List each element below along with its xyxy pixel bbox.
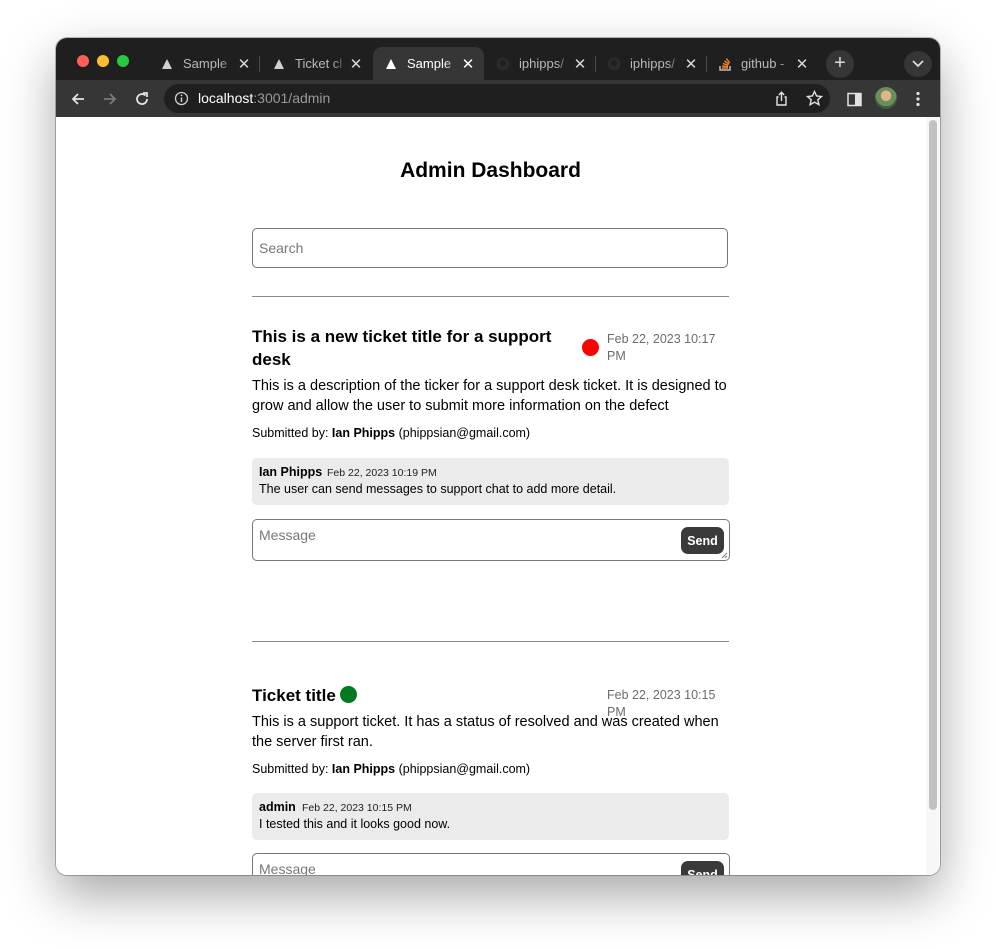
divider xyxy=(252,296,729,297)
triangle-logo-icon xyxy=(383,56,399,72)
close-tab-icon[interactable]: ✕ xyxy=(572,55,588,73)
browser-menu-button[interactable] xyxy=(908,89,928,109)
divider xyxy=(252,641,729,642)
message-placeholder: Message xyxy=(259,861,316,875)
new-tab-button[interactable]: + xyxy=(826,50,854,78)
github-icon xyxy=(495,56,511,72)
tab-title: Sample xyxy=(183,56,228,71)
chevron-down-icon xyxy=(912,60,924,68)
ticket-date-line: PM xyxy=(607,349,626,363)
tab-1[interactable]: Sample ✕ xyxy=(149,47,260,80)
message-placeholder: Message xyxy=(259,527,316,543)
tab-6[interactable]: github - ✕ xyxy=(707,47,818,80)
message-textarea[interactable]: Message Send xyxy=(252,519,730,561)
tab-title: Ticket cl xyxy=(295,56,343,71)
tab-2[interactable]: Ticket cl ✕ xyxy=(261,47,372,80)
arrow-right-icon xyxy=(104,93,117,105)
tab-title: iphipps/ xyxy=(630,56,675,71)
message-date: Feb 22, 2023 10:15 PM xyxy=(302,802,412,814)
close-window-button[interactable] xyxy=(77,55,89,67)
submitted-by-label: Submitted by: xyxy=(252,762,329,776)
minimize-window-button[interactable] xyxy=(97,55,109,67)
tab-strip: Sample ✕ Ticket cl ✕ Sample ✕ iphipps/ ✕ xyxy=(56,38,940,80)
triangle-logo-icon xyxy=(159,56,175,72)
message-author: admin xyxy=(259,800,296,814)
search-input[interactable] xyxy=(252,228,728,268)
message-date: Feb 22, 2023 10:19 PM xyxy=(327,467,437,479)
url-host: localhost xyxy=(198,90,254,106)
status-indicator-resolved xyxy=(340,686,357,703)
resize-grip-icon[interactable] xyxy=(721,552,728,559)
close-tab-icon[interactable]: ✕ xyxy=(683,55,699,73)
ticket-description-line: This is a support ticket. It has a statu… xyxy=(252,714,719,730)
submitter-name: Ian Phipps xyxy=(331,426,396,440)
close-tab-icon[interactable]: ✕ xyxy=(236,55,252,73)
ticket-title-line: This is a new ticket title for a support xyxy=(252,327,552,346)
forward-button[interactable] xyxy=(100,89,120,109)
send-button[interactable]: Send xyxy=(681,527,724,554)
bookmark-star-icon[interactable] xyxy=(805,89,824,112)
kebab-menu-icon xyxy=(916,91,920,107)
page-content: Admin Dashboard This is a new ticket tit… xyxy=(56,117,940,875)
profile-avatar[interactable] xyxy=(875,87,897,109)
send-button[interactable]: Send xyxy=(681,861,724,875)
ticket-date-line: Feb 22, 2023 10:17 xyxy=(607,332,716,346)
message-text: The user can send messages to support ch… xyxy=(259,482,617,496)
submitter-name: Ian Phipps xyxy=(331,762,396,776)
maximize-window-button[interactable] xyxy=(117,55,129,67)
info-icon[interactable] xyxy=(174,91,189,111)
back-button[interactable] xyxy=(68,89,88,109)
message-textarea[interactable]: Message Send xyxy=(252,853,730,875)
ticket-submitter: Submitted by: Ian Phipps (phippsian@gmai… xyxy=(252,762,530,776)
tab-5[interactable]: iphipps/ ✕ xyxy=(596,47,707,80)
address-bar[interactable]: localhost:3001/admin xyxy=(164,84,830,113)
ticket-title: Ticket title xyxy=(252,684,336,707)
tab-3-active[interactable]: Sample ✕ xyxy=(373,47,484,80)
submitted-by-label: Submitted by: xyxy=(252,426,329,440)
ticket-submitter: Submitted by: Ian Phipps (phippsian@gmai… xyxy=(252,426,530,440)
ticket-description-line: This is a description of the ticker for … xyxy=(252,378,727,394)
message-text: I tested this and it looks good now. xyxy=(259,817,451,831)
ticket-description: This is a description of the ticker for … xyxy=(252,376,729,416)
tab-title: iphipps/ xyxy=(519,56,564,71)
tab-separator xyxy=(259,56,260,72)
submitter-email: (phippsian@gmail.com) xyxy=(398,762,531,776)
chat-message: admin Feb 22, 2023 10:15 PM I tested thi… xyxy=(252,793,729,840)
tab-title: github - xyxy=(741,56,785,71)
url-path: :3001/admin xyxy=(253,90,331,106)
ticket-date: Feb 22, 2023 10:17 PM xyxy=(607,331,715,365)
ticket-description: This is a support ticket. It has a statu… xyxy=(252,712,729,752)
ticket-description-line: grow and allow the user to submit more i… xyxy=(252,398,669,414)
side-panel-icon xyxy=(846,92,862,106)
submitter-email: (phippsian@gmail.com) xyxy=(398,426,531,440)
chat-message: Ian Phipps Feb 22, 2023 10:19 PM The use… xyxy=(252,458,729,505)
ticket-title-line: Ticket title xyxy=(252,686,336,705)
side-panel-button[interactable] xyxy=(844,89,864,109)
message-author: Ian Phipps xyxy=(259,465,323,479)
close-tab-icon[interactable]: ✕ xyxy=(794,55,810,73)
arrow-left-icon xyxy=(71,93,84,105)
close-tab-icon[interactable]: ✕ xyxy=(460,55,476,73)
triangle-logo-icon xyxy=(271,56,287,72)
close-tab-icon[interactable]: ✕ xyxy=(348,55,364,73)
ticket-description-line: the server first ran. xyxy=(252,734,373,750)
url-text: localhost:3001/admin xyxy=(198,90,330,106)
share-icon[interactable] xyxy=(774,91,789,112)
browser-window: Sample ✕ Ticket cl ✕ Sample ✕ iphipps/ ✕ xyxy=(56,38,940,875)
ticket-title: This is a new ticket title for a support… xyxy=(252,325,551,371)
tab-title: Sample xyxy=(407,56,452,71)
ticket-title-line: desk xyxy=(252,350,291,369)
browser-toolbar: localhost:3001/admin xyxy=(56,80,940,117)
page-title: Admin Dashboard xyxy=(400,159,581,182)
scrollbar-thumb[interactable] xyxy=(929,120,937,810)
tab-search-button[interactable] xyxy=(904,51,932,77)
reload-icon xyxy=(136,92,148,105)
tab-4[interactable]: iphipps/ ✕ xyxy=(485,47,596,80)
reload-button[interactable] xyxy=(132,89,152,109)
stackoverflow-icon xyxy=(717,56,733,72)
github-icon xyxy=(606,56,622,72)
status-indicator-open xyxy=(582,339,599,356)
